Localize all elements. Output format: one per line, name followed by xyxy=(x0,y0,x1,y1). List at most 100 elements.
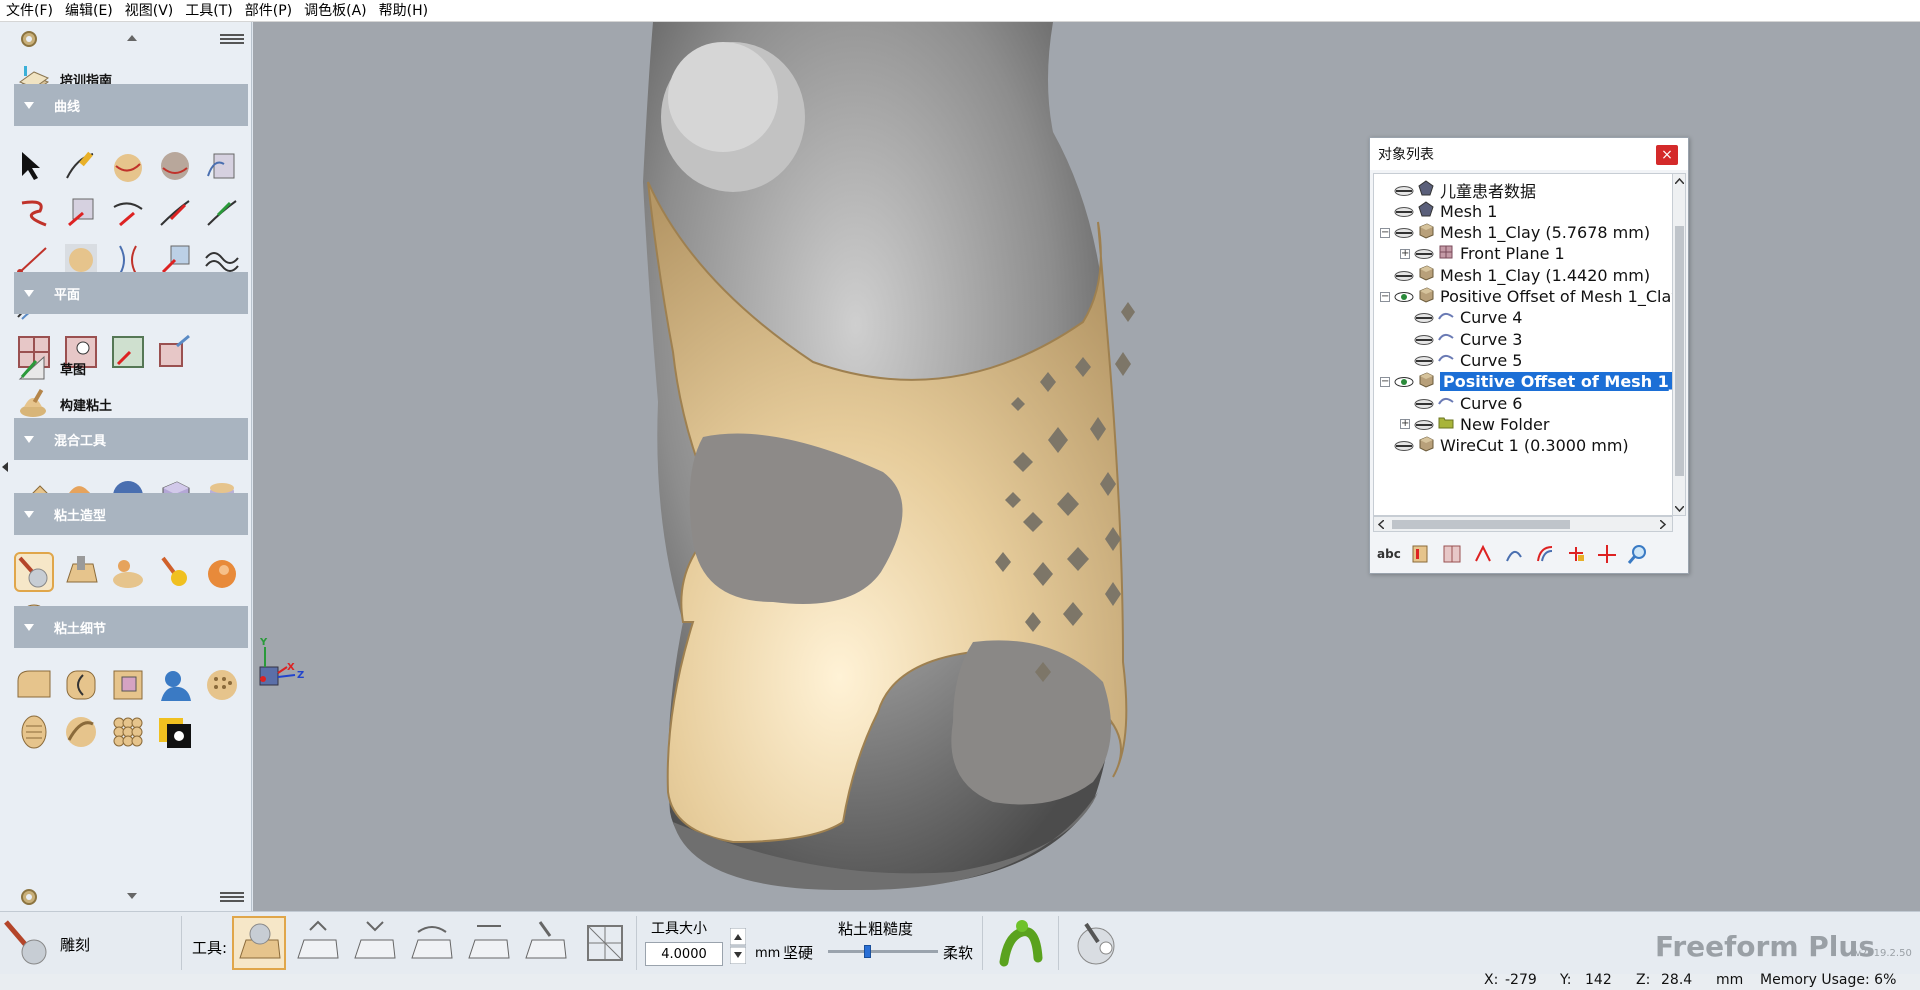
menu-edit[interactable]: 编辑(E) xyxy=(59,0,119,22)
collapse-panel-icon[interactable] xyxy=(2,462,8,472)
curve-on-clay-tool-icon[interactable] xyxy=(110,148,146,184)
menu-help[interactable]: 帮助(H) xyxy=(373,0,434,22)
menu-tools[interactable]: 工具(T) xyxy=(179,0,238,22)
menu-file[interactable]: 文件(F) xyxy=(0,0,59,22)
eye-closed-icon[interactable] xyxy=(1414,308,1438,327)
pin-tool-icon[interactable] xyxy=(1565,543,1587,565)
tool-size-label: 工具大小 xyxy=(651,921,707,937)
eye-closed-icon[interactable] xyxy=(1414,394,1438,413)
select-arrow-tool-icon[interactable] xyxy=(16,148,52,184)
section-clay-detail[interactable]: 粘土细节 xyxy=(14,606,248,648)
section-curves[interactable]: 曲线 xyxy=(14,84,248,126)
eye-closed-icon[interactable] xyxy=(1394,266,1418,285)
expand-icon[interactable]: + xyxy=(1400,248,1410,259)
silhouette-curve-tool-icon[interactable] xyxy=(157,148,193,184)
object-tree[interactable]: 儿童患者数据 Mesh 1− Mesh 1_Clay (5.7678 mm) + Fro… xyxy=(1373,173,1673,516)
eye-closed-icon[interactable] xyxy=(1414,351,1438,370)
pull-tool-icon[interactable] xyxy=(110,554,146,590)
magnify-icon[interactable] xyxy=(1627,543,1649,565)
curve-to-plane-tool-icon[interactable] xyxy=(63,195,99,231)
menu-palette[interactable]: 调色板(A) xyxy=(298,0,373,22)
loop-curve-tool-icon[interactable] xyxy=(16,195,52,231)
smudge-tool-icon[interactable] xyxy=(157,554,193,590)
horizontal-scrollbar[interactable] xyxy=(1373,516,1673,532)
stamp-tool-icon[interactable] xyxy=(157,667,193,703)
eye-open-icon[interactable] xyxy=(1394,372,1418,391)
axis-tool-icon[interactable] xyxy=(1472,543,1494,565)
eye-closed-icon[interactable] xyxy=(1394,436,1418,455)
scrollbar-thumb[interactable] xyxy=(1675,226,1684,476)
grip-icon[interactable] xyxy=(220,892,244,902)
curve-offset-tool-icon[interactable] xyxy=(204,195,240,231)
gear-icon[interactable] xyxy=(18,886,40,908)
texture-tool-icon[interactable] xyxy=(204,667,240,703)
eye-open-icon[interactable] xyxy=(1394,287,1418,306)
tool-size-input[interactable]: 4.0000 xyxy=(645,942,723,966)
scroll-up-icon[interactable] xyxy=(1675,178,1684,184)
chevron-up-icon[interactable] xyxy=(127,34,137,42)
curve-snap-tool-icon[interactable] xyxy=(110,195,146,231)
eye-closed-icon[interactable] xyxy=(1414,415,1438,434)
carve-tool-icon[interactable] xyxy=(63,554,99,590)
curve-adjust-tool-icon[interactable] xyxy=(157,195,193,231)
collapse-icon[interactable]: − xyxy=(1380,376,1390,387)
wave-pattern-tool-icon[interactable] xyxy=(63,714,99,750)
rename-tool[interactable]: abc xyxy=(1377,547,1401,561)
deboss-tool-icon[interactable] xyxy=(110,667,146,703)
sketch-tool[interactable]: 草图 xyxy=(16,349,86,387)
roughness-slider-thumb[interactable] xyxy=(864,945,872,958)
scroll-right-icon[interactable] xyxy=(1660,520,1666,529)
menu-view[interactable]: 视图(V) xyxy=(119,0,180,22)
decal-tool-icon[interactable] xyxy=(157,714,193,750)
groove-tool-icon[interactable] xyxy=(63,667,99,703)
eye-closed-icon[interactable] xyxy=(1394,181,1418,200)
tool-sculpt-scrape[interactable] xyxy=(520,918,570,968)
y-coord-label: Y: xyxy=(1560,972,1572,988)
eye-closed-icon[interactable] xyxy=(1414,244,1438,263)
emboss-pattern-tool-icon[interactable] xyxy=(16,714,52,750)
emboss-tool-icon[interactable] xyxy=(16,667,52,703)
vertical-scrollbar[interactable] xyxy=(1672,173,1686,516)
tool-sculpt-flatten[interactable] xyxy=(463,918,513,968)
plane-curve-tool-icon[interactable] xyxy=(157,334,193,370)
menu-parts[interactable]: 部件(P) xyxy=(239,0,298,22)
section-planes[interactable]: 平面 xyxy=(14,272,248,314)
collapse-icon[interactable]: − xyxy=(1380,227,1390,238)
haptic-device-icon[interactable] xyxy=(1072,918,1122,968)
tool-sculpt-raise[interactable] xyxy=(292,918,342,968)
chevron-down-icon[interactable] xyxy=(127,892,137,900)
worm-icon[interactable] xyxy=(998,918,1048,968)
grip-icon[interactable] xyxy=(220,34,244,44)
curve-tool-icon[interactable] xyxy=(1503,543,1525,565)
scroll-left-icon[interactable] xyxy=(1378,520,1384,529)
tool-sculpt-smooth[interactable] xyxy=(406,918,456,968)
close-icon[interactable]: × xyxy=(1656,145,1678,165)
project-curve-tool-icon[interactable] xyxy=(204,148,240,184)
sculpt-tool-icon[interactable] xyxy=(14,552,54,592)
eye-closed-icon[interactable] xyxy=(1394,223,1418,242)
scrollbar-thumb[interactable] xyxy=(1392,520,1570,529)
plane-drawing-tool-icon[interactable] xyxy=(110,334,146,370)
section-clay-shape[interactable]: 粘土造型 xyxy=(14,493,248,535)
sweep-tool-icon[interactable] xyxy=(1534,543,1556,565)
book-tool-icon[interactable] xyxy=(1410,543,1432,565)
collapse-icon[interactable]: − xyxy=(1380,291,1390,302)
tree-item[interactable]: WireCut 1 (0.3000 mm) xyxy=(1394,434,1672,458)
roughness-slider-track[interactable] xyxy=(828,950,938,953)
split-tool-icon[interactable] xyxy=(1596,543,1618,565)
tool-sculpt-lower[interactable] xyxy=(349,918,399,968)
gear-icon[interactable] xyxy=(18,28,40,50)
scroll-down-icon[interactable] xyxy=(1675,506,1684,512)
attract-tool-icon[interactable] xyxy=(204,554,240,590)
plane-tool-icon[interactable] xyxy=(1441,543,1463,565)
tool-sculpt-clay[interactable] xyxy=(232,916,286,970)
object-list-titlebar[interactable]: 对象列表 × xyxy=(1370,138,1688,170)
section-blend[interactable]: 混合工具 xyxy=(14,418,248,460)
tool-sculpt-grid[interactable] xyxy=(580,918,630,968)
grid-pattern-tool-icon[interactable] xyxy=(110,714,146,750)
eye-closed-icon[interactable] xyxy=(1414,330,1438,349)
tool-size-stepper[interactable] xyxy=(730,928,746,964)
expand-icon[interactable]: + xyxy=(1400,419,1410,430)
draw-curve-tool-icon[interactable] xyxy=(63,148,99,184)
eye-closed-icon[interactable] xyxy=(1394,202,1418,221)
